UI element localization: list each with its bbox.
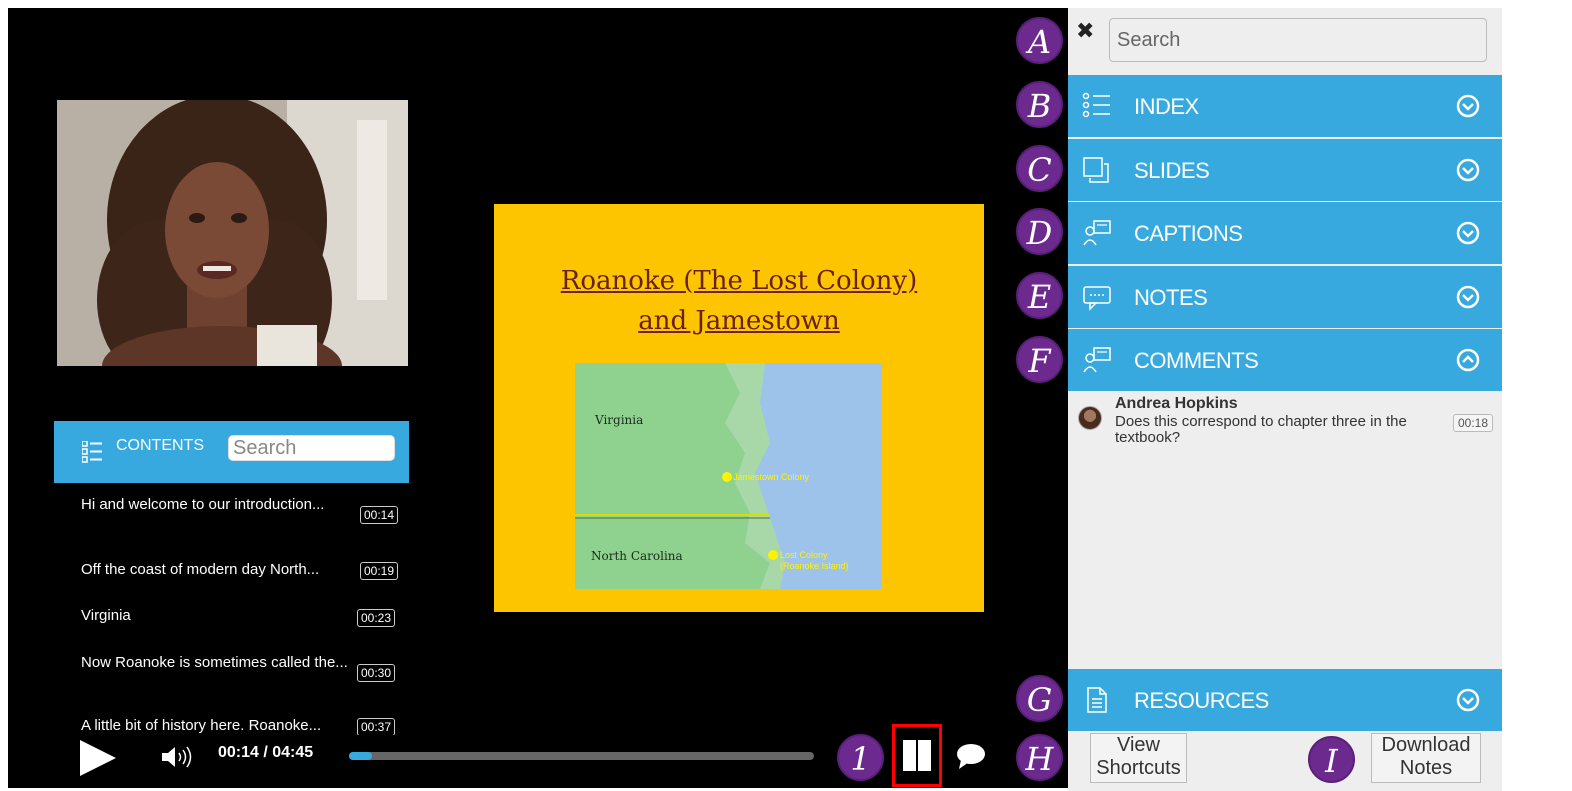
- list-icon: [82, 441, 102, 463]
- comment-text: Does this correspond to chapter three in…: [1115, 413, 1407, 446]
- notes-icon: [1083, 286, 1111, 311]
- slide-title-line1: Roanoke (The Lost Colony): [560, 266, 918, 296]
- annotation-marker-b: B: [1016, 81, 1063, 128]
- annotation-marker-h: H: [1016, 734, 1063, 781]
- annotation-marker-c: C: [1016, 145, 1063, 192]
- slide-title-line2: and Jamestown: [638, 306, 840, 336]
- list-item-text: Hi and welcome to our introduction...: [81, 496, 325, 513]
- comments-icon: [1083, 347, 1111, 373]
- screen: Roanoke (The Lost Colony) and Jamestown …: [0, 0, 1572, 791]
- accordion-label: COMMENTS: [1134, 348, 1259, 373]
- contents-title: CONTENTS: [116, 437, 204, 454]
- layout-toggle-button[interactable]: [892, 724, 942, 787]
- side-panel: ✖ INDEX SLIDES: [1068, 8, 1502, 791]
- annotation-marker-e: E: [1016, 272, 1063, 319]
- list-item[interactable]: A little bit of history here. Roanoke...…: [81, 718, 407, 735]
- slides-icon: [1083, 157, 1109, 183]
- list-item-text: Now Roanoke is sometimes called the...: [81, 654, 348, 671]
- accordion-label: INDEX: [1134, 94, 1199, 119]
- accordion-resources[interactable]: RESOURCES: [1068, 669, 1502, 731]
- chevron-down-icon[interactable]: [1456, 94, 1480, 118]
- list-item-text: Off the coast of modern day North...: [81, 561, 320, 578]
- list-item[interactable]: Now Roanoke is sometimes called the... 0…: [81, 655, 407, 689]
- contents-header: CONTENTS: [54, 421, 409, 483]
- annotation-marker-1: 1: [837, 734, 884, 781]
- annotation-marker-g: G: [1016, 675, 1063, 722]
- time-readout: 00:14 / 04:45: [218, 744, 314, 761]
- chevron-down-icon[interactable]: [1456, 221, 1480, 245]
- accordion-label: CAPTIONS: [1134, 221, 1243, 246]
- list-item[interactable]: Off the coast of modern day North... 00:…: [81, 562, 407, 582]
- accordion-label: SLIDES: [1134, 158, 1210, 183]
- volume-icon[interactable]: [160, 744, 196, 770]
- captions-icon: [1083, 220, 1111, 246]
- accordion-captions[interactable]: CAPTIONS: [1068, 202, 1502, 264]
- map-label-north-carolina: North Carolina: [591, 549, 683, 563]
- time-badge: 00:23: [357, 609, 396, 627]
- annotation-marker-i: I: [1308, 736, 1355, 783]
- time-badge: 00:14: [360, 506, 399, 524]
- download-notes-button[interactable]: Download Notes: [1371, 733, 1481, 783]
- map-label-jamestown: Jamestown Colony: [733, 472, 810, 482]
- time-badge: 00:19: [360, 562, 399, 580]
- accordion-label: NOTES: [1134, 285, 1208, 310]
- contents-search-input[interactable]: [228, 435, 395, 461]
- map-label-lost-colony: Lost Colony: [780, 550, 828, 560]
- play-button[interactable]: [78, 738, 118, 778]
- chevron-down-icon[interactable]: [1456, 285, 1480, 309]
- list-item-text: Virginia: [81, 607, 131, 624]
- presenter-video[interactable]: [57, 100, 408, 366]
- progress-bar[interactable]: [349, 752, 814, 760]
- slide-map: Virginia North Carolina Jamestown Colony…: [575, 363, 882, 589]
- accordion-label: RESOURCES: [1134, 688, 1269, 713]
- chevron-down-icon[interactable]: [1456, 158, 1480, 182]
- comment-item[interactable]: Andrea Hopkins Does this correspond to c…: [1068, 395, 1502, 460]
- chevron-up-icon[interactable]: [1456, 348, 1480, 372]
- annotation-marker-f: F: [1016, 336, 1063, 383]
- list-icon: [1082, 92, 1110, 118]
- comment-author: Andrea Hopkins: [1115, 395, 1238, 412]
- annotation-marker-a: A: [1016, 17, 1063, 64]
- avatar: [1078, 406, 1102, 430]
- accordion-index[interactable]: INDEX: [1068, 75, 1502, 137]
- time-badge: 00:30: [357, 664, 396, 682]
- contents-list[interactable]: Hi and welcome to our introduction... 00…: [54, 483, 409, 735]
- time-badge: 00:37: [357, 718, 396, 735]
- accordion-notes[interactable]: NOTES: [1068, 266, 1502, 328]
- comment-bubble-icon[interactable]: [955, 742, 987, 770]
- split-view-icon: [903, 740, 931, 771]
- map-label-virginia: Virginia: [595, 413, 644, 427]
- list-item[interactable]: Virginia 00:23: [81, 608, 407, 628]
- view-shortcuts-button[interactable]: View Shortcuts: [1090, 733, 1187, 783]
- list-item-text: A little bit of history here. Roanoke...: [81, 717, 322, 734]
- document-icon: [1087, 687, 1107, 713]
- annotation-marker-d: D: [1016, 208, 1063, 255]
- close-icon[interactable]: ✖: [1076, 18, 1094, 44]
- comment-time-badge[interactable]: 00:18: [1453, 414, 1494, 432]
- progress-fill: [349, 752, 372, 760]
- side-search-input[interactable]: [1109, 18, 1487, 62]
- chevron-down-icon[interactable]: [1456, 688, 1480, 712]
- presenter-figure: [57, 100, 408, 366]
- map-label-roanoke-island: (Roanoke Island): [780, 561, 849, 571]
- accordion-slides[interactable]: SLIDES: [1068, 139, 1502, 201]
- accordion-comments[interactable]: COMMENTS: [1068, 329, 1502, 391]
- slide: Roanoke (The Lost Colony) and Jamestown …: [494, 204, 984, 612]
- list-item[interactable]: Hi and welcome to our introduction... 00…: [81, 497, 407, 531]
